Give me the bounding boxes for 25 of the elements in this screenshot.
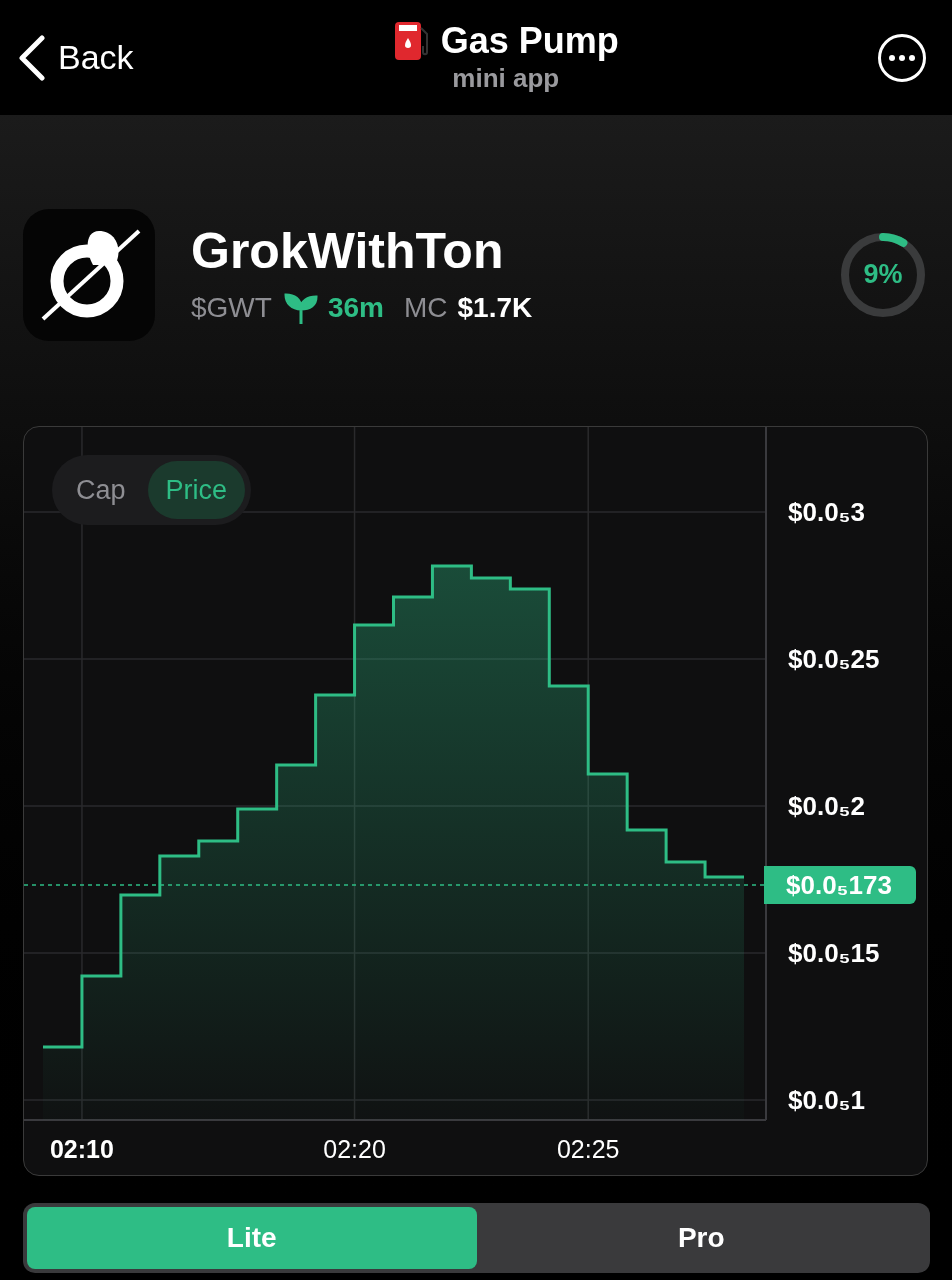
market-cap-label: MC [403, 290, 448, 325]
token-name: GrokWithTon [191, 222, 505, 282]
y-axis-label: $0.0₅25 [788, 646, 880, 672]
app-title: Gas Pump [440, 23, 619, 60]
y-axis-label: $0.0₅3 [788, 499, 865, 525]
more-icon [889, 54, 915, 61]
chevron-left-icon [16, 34, 46, 81]
token-age: 36m [327, 290, 384, 325]
y-axis-label: $0.0₅1 [788, 1087, 865, 1113]
y-axis-label: $0.0₅15 [788, 940, 880, 966]
market-cap-value: $1.7K [457, 290, 533, 325]
x-axis-label: 02:25 [555, 1137, 621, 1162]
back-button[interactable]: Back [16, 32, 134, 83]
x-axis-label: 02:10 [48, 1137, 115, 1162]
mode-tab[interactable]: Pro [476, 1207, 926, 1269]
y-axis-label: $0.0₅2 [788, 793, 865, 819]
current-price-badge: $0.0₅173 [764, 866, 916, 904]
fuel-pump-icon [392, 20, 431, 63]
token-ticker: $GWT [191, 290, 272, 325]
more-button[interactable] [878, 33, 926, 82]
x-axis-label: 02:20 [322, 1137, 387, 1162]
chart-type-tab[interactable]: Cap [58, 461, 144, 519]
progress-label: 9% [862, 258, 904, 292]
chart-type-tab[interactable]: Price [147, 461, 246, 519]
app-subtitle: mini app [452, 62, 560, 95]
